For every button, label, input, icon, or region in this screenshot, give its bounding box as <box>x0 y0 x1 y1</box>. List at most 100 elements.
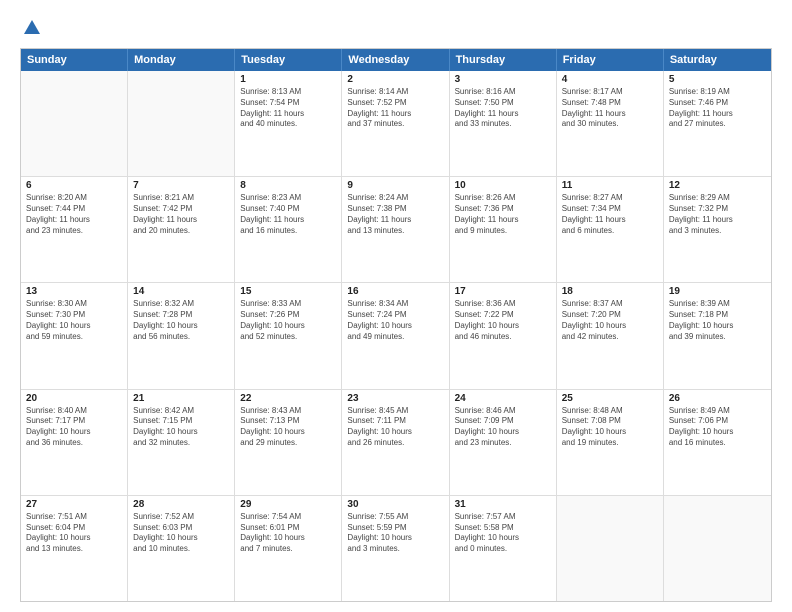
calendar-cell-1-2: 8 Sunrise: 8:23 AM Sunset: 7:40 PM Daylig… <box>235 177 342 282</box>
day-number: 8 <box>240 180 336 191</box>
day-number: 23 <box>347 393 443 404</box>
weekday-header-tuesday: Tuesday <box>235 49 342 71</box>
header <box>20 18 772 38</box>
calendar-cell-1-3: 9 Sunrise: 8:24 AM Sunset: 7:38 PM Daylig… <box>342 177 449 282</box>
day-info: Sunrise: 8:14 AM Sunset: 7:52 PM Dayligh… <box>347 87 443 130</box>
day-number: 5 <box>669 74 766 85</box>
calendar-cell-4-1: 28 Sunrise: 7:52 AM Sunset: 6:03 PM Dayli… <box>128 496 235 601</box>
day-info: Sunrise: 8:17 AM Sunset: 7:48 PM Dayligh… <box>562 87 658 130</box>
day-number: 19 <box>669 286 766 297</box>
day-info: Sunrise: 8:32 AM Sunset: 7:28 PM Dayligh… <box>133 299 229 342</box>
calendar-cell-0-5: 4 Sunrise: 8:17 AM Sunset: 7:48 PM Daylig… <box>557 71 664 176</box>
day-info: Sunrise: 7:51 AM Sunset: 6:04 PM Dayligh… <box>26 512 122 555</box>
day-info: Sunrise: 8:48 AM Sunset: 7:08 PM Dayligh… <box>562 406 658 449</box>
day-number: 11 <box>562 180 658 191</box>
day-number: 27 <box>26 499 122 510</box>
logo-icon <box>22 18 42 38</box>
day-info: Sunrise: 8:33 AM Sunset: 7:26 PM Dayligh… <box>240 299 336 342</box>
day-info: Sunrise: 8:45 AM Sunset: 7:11 PM Dayligh… <box>347 406 443 449</box>
calendar-cell-4-2: 29 Sunrise: 7:54 AM Sunset: 6:01 PM Dayli… <box>235 496 342 601</box>
day-info: Sunrise: 8:20 AM Sunset: 7:44 PM Dayligh… <box>26 193 122 236</box>
day-info: Sunrise: 8:27 AM Sunset: 7:34 PM Dayligh… <box>562 193 658 236</box>
calendar-cell-4-3: 30Sunrise: 7:55 AM Sunset: 5:59 PM Dayli… <box>342 496 449 601</box>
day-number: 15 <box>240 286 336 297</box>
day-number: 12 <box>669 180 766 191</box>
page: SundayMondayTuesdayWednesdayThursdayFrid… <box>0 0 792 612</box>
calendar-cell-3-3: 23 Sunrise: 8:45 AM Sunset: 7:11 PM Dayli… <box>342 390 449 495</box>
calendar-row-0: 1 Sunrise: 8:13 AM Sunset: 7:54 PM Daylig… <box>21 71 771 176</box>
day-number: 22 <box>240 393 336 404</box>
calendar-cell-2-2: 15 Sunrise: 8:33 AM Sunset: 7:26 PM Dayli… <box>235 283 342 388</box>
day-number: 30 <box>347 499 443 510</box>
day-info: Sunrise: 8:43 AM Sunset: 7:13 PM Dayligh… <box>240 406 336 449</box>
calendar-cell-1-5: 11 Sunrise: 8:27 AM Sunset: 7:34 PM Dayli… <box>557 177 664 282</box>
weekday-header-sunday: Sunday <box>21 49 128 71</box>
day-number: 13 <box>26 286 122 297</box>
calendar-cell-2-5: 18Sunrise: 8:37 AM Sunset: 7:20 PM Dayli… <box>557 283 664 388</box>
day-info: Sunrise: 8:19 AM Sunset: 7:46 PM Dayligh… <box>669 87 766 130</box>
day-info: Sunrise: 8:46 AM Sunset: 7:09 PM Dayligh… <box>455 406 551 449</box>
day-info: Sunrise: 8:34 AM Sunset: 7:24 PM Dayligh… <box>347 299 443 342</box>
day-number: 7 <box>133 180 229 191</box>
day-number: 31 <box>455 499 551 510</box>
day-number: 28 <box>133 499 229 510</box>
weekday-header-friday: Friday <box>557 49 664 71</box>
day-number: 29 <box>240 499 336 510</box>
calendar-cell-4-4: 31 Sunrise: 7:57 AM Sunset: 5:58 PM Dayli… <box>450 496 557 601</box>
day-info: Sunrise: 8:26 AM Sunset: 7:36 PM Dayligh… <box>455 193 551 236</box>
day-info: Sunrise: 7:57 AM Sunset: 5:58 PM Dayligh… <box>455 512 551 555</box>
calendar-cell-1-4: 10 Sunrise: 8:26 AM Sunset: 7:36 PM Dayli… <box>450 177 557 282</box>
day-number: 6 <box>26 180 122 191</box>
day-info: Sunrise: 8:30 AM Sunset: 7:30 PM Dayligh… <box>26 299 122 342</box>
day-info: Sunrise: 8:24 AM Sunset: 7:38 PM Dayligh… <box>347 193 443 236</box>
day-number: 9 <box>347 180 443 191</box>
calendar-cell-3-0: 20Sunrise: 8:40 AM Sunset: 7:17 PM Dayli… <box>21 390 128 495</box>
day-info: Sunrise: 8:29 AM Sunset: 7:32 PM Dayligh… <box>669 193 766 236</box>
calendar-cell-0-2: 1 Sunrise: 8:13 AM Sunset: 7:54 PM Daylig… <box>235 71 342 176</box>
calendar-cell-4-5 <box>557 496 664 601</box>
calendar-row-2: 13 Sunrise: 8:30 AM Sunset: 7:30 PM Dayli… <box>21 282 771 388</box>
day-info: Sunrise: 8:36 AM Sunset: 7:22 PM Dayligh… <box>455 299 551 342</box>
day-info: Sunrise: 8:16 AM Sunset: 7:50 PM Dayligh… <box>455 87 551 130</box>
day-number: 2 <box>347 74 443 85</box>
day-info: Sunrise: 8:23 AM Sunset: 7:40 PM Dayligh… <box>240 193 336 236</box>
calendar-cell-2-3: 16Sunrise: 8:34 AM Sunset: 7:24 PM Dayli… <box>342 283 449 388</box>
weekday-header-saturday: Saturday <box>664 49 771 71</box>
day-number: 10 <box>455 180 551 191</box>
day-info: Sunrise: 7:52 AM Sunset: 6:03 PM Dayligh… <box>133 512 229 555</box>
day-number: 1 <box>240 74 336 85</box>
day-number: 24 <box>455 393 551 404</box>
day-number: 17 <box>455 286 551 297</box>
day-info: Sunrise: 8:49 AM Sunset: 7:06 PM Dayligh… <box>669 406 766 449</box>
calendar-cell-3-1: 21 Sunrise: 8:42 AM Sunset: 7:15 PM Dayli… <box>128 390 235 495</box>
day-number: 4 <box>562 74 658 85</box>
calendar-cell-2-4: 17 Sunrise: 8:36 AM Sunset: 7:22 PM Dayli… <box>450 283 557 388</box>
day-info: Sunrise: 7:54 AM Sunset: 6:01 PM Dayligh… <box>240 512 336 555</box>
calendar-cell-3-6: 26 Sunrise: 8:49 AM Sunset: 7:06 PM Dayli… <box>664 390 771 495</box>
calendar-body: 1 Sunrise: 8:13 AM Sunset: 7:54 PM Daylig… <box>21 71 771 601</box>
calendar-cell-0-1 <box>128 71 235 176</box>
calendar-cell-2-0: 13 Sunrise: 8:30 AM Sunset: 7:30 PM Dayli… <box>21 283 128 388</box>
calendar-cell-0-3: 2 Sunrise: 8:14 AM Sunset: 7:52 PM Daylig… <box>342 71 449 176</box>
calendar-cell-3-4: 24 Sunrise: 8:46 AM Sunset: 7:09 PM Dayli… <box>450 390 557 495</box>
weekday-header-wednesday: Wednesday <box>342 49 449 71</box>
calendar-row-1: 6 Sunrise: 8:20 AM Sunset: 7:44 PM Daylig… <box>21 176 771 282</box>
day-number: 18 <box>562 286 658 297</box>
weekday-header-thursday: Thursday <box>450 49 557 71</box>
calendar-cell-1-6: 12 Sunrise: 8:29 AM Sunset: 7:32 PM Dayli… <box>664 177 771 282</box>
calendar-row-4: 27 Sunrise: 7:51 AM Sunset: 6:04 PM Dayli… <box>21 495 771 601</box>
day-info: Sunrise: 8:42 AM Sunset: 7:15 PM Dayligh… <box>133 406 229 449</box>
day-number: 26 <box>669 393 766 404</box>
calendar-row-3: 20Sunrise: 8:40 AM Sunset: 7:17 PM Dayli… <box>21 389 771 495</box>
logo <box>20 18 42 38</box>
calendar-cell-0-6: 5 Sunrise: 8:19 AM Sunset: 7:46 PM Daylig… <box>664 71 771 176</box>
weekday-header-monday: Monday <box>128 49 235 71</box>
calendar-cell-2-1: 14Sunrise: 8:32 AM Sunset: 7:28 PM Dayli… <box>128 283 235 388</box>
day-info: Sunrise: 8:13 AM Sunset: 7:54 PM Dayligh… <box>240 87 336 130</box>
calendar-cell-3-5: 25Sunrise: 8:48 AM Sunset: 7:08 PM Dayli… <box>557 390 664 495</box>
calendar-cell-4-0: 27 Sunrise: 7:51 AM Sunset: 6:04 PM Dayli… <box>21 496 128 601</box>
day-info: Sunrise: 8:39 AM Sunset: 7:18 PM Dayligh… <box>669 299 766 342</box>
calendar-cell-2-6: 19 Sunrise: 8:39 AM Sunset: 7:18 PM Dayli… <box>664 283 771 388</box>
calendar-cell-3-2: 22 Sunrise: 8:43 AM Sunset: 7:13 PM Dayli… <box>235 390 342 495</box>
day-number: 21 <box>133 393 229 404</box>
